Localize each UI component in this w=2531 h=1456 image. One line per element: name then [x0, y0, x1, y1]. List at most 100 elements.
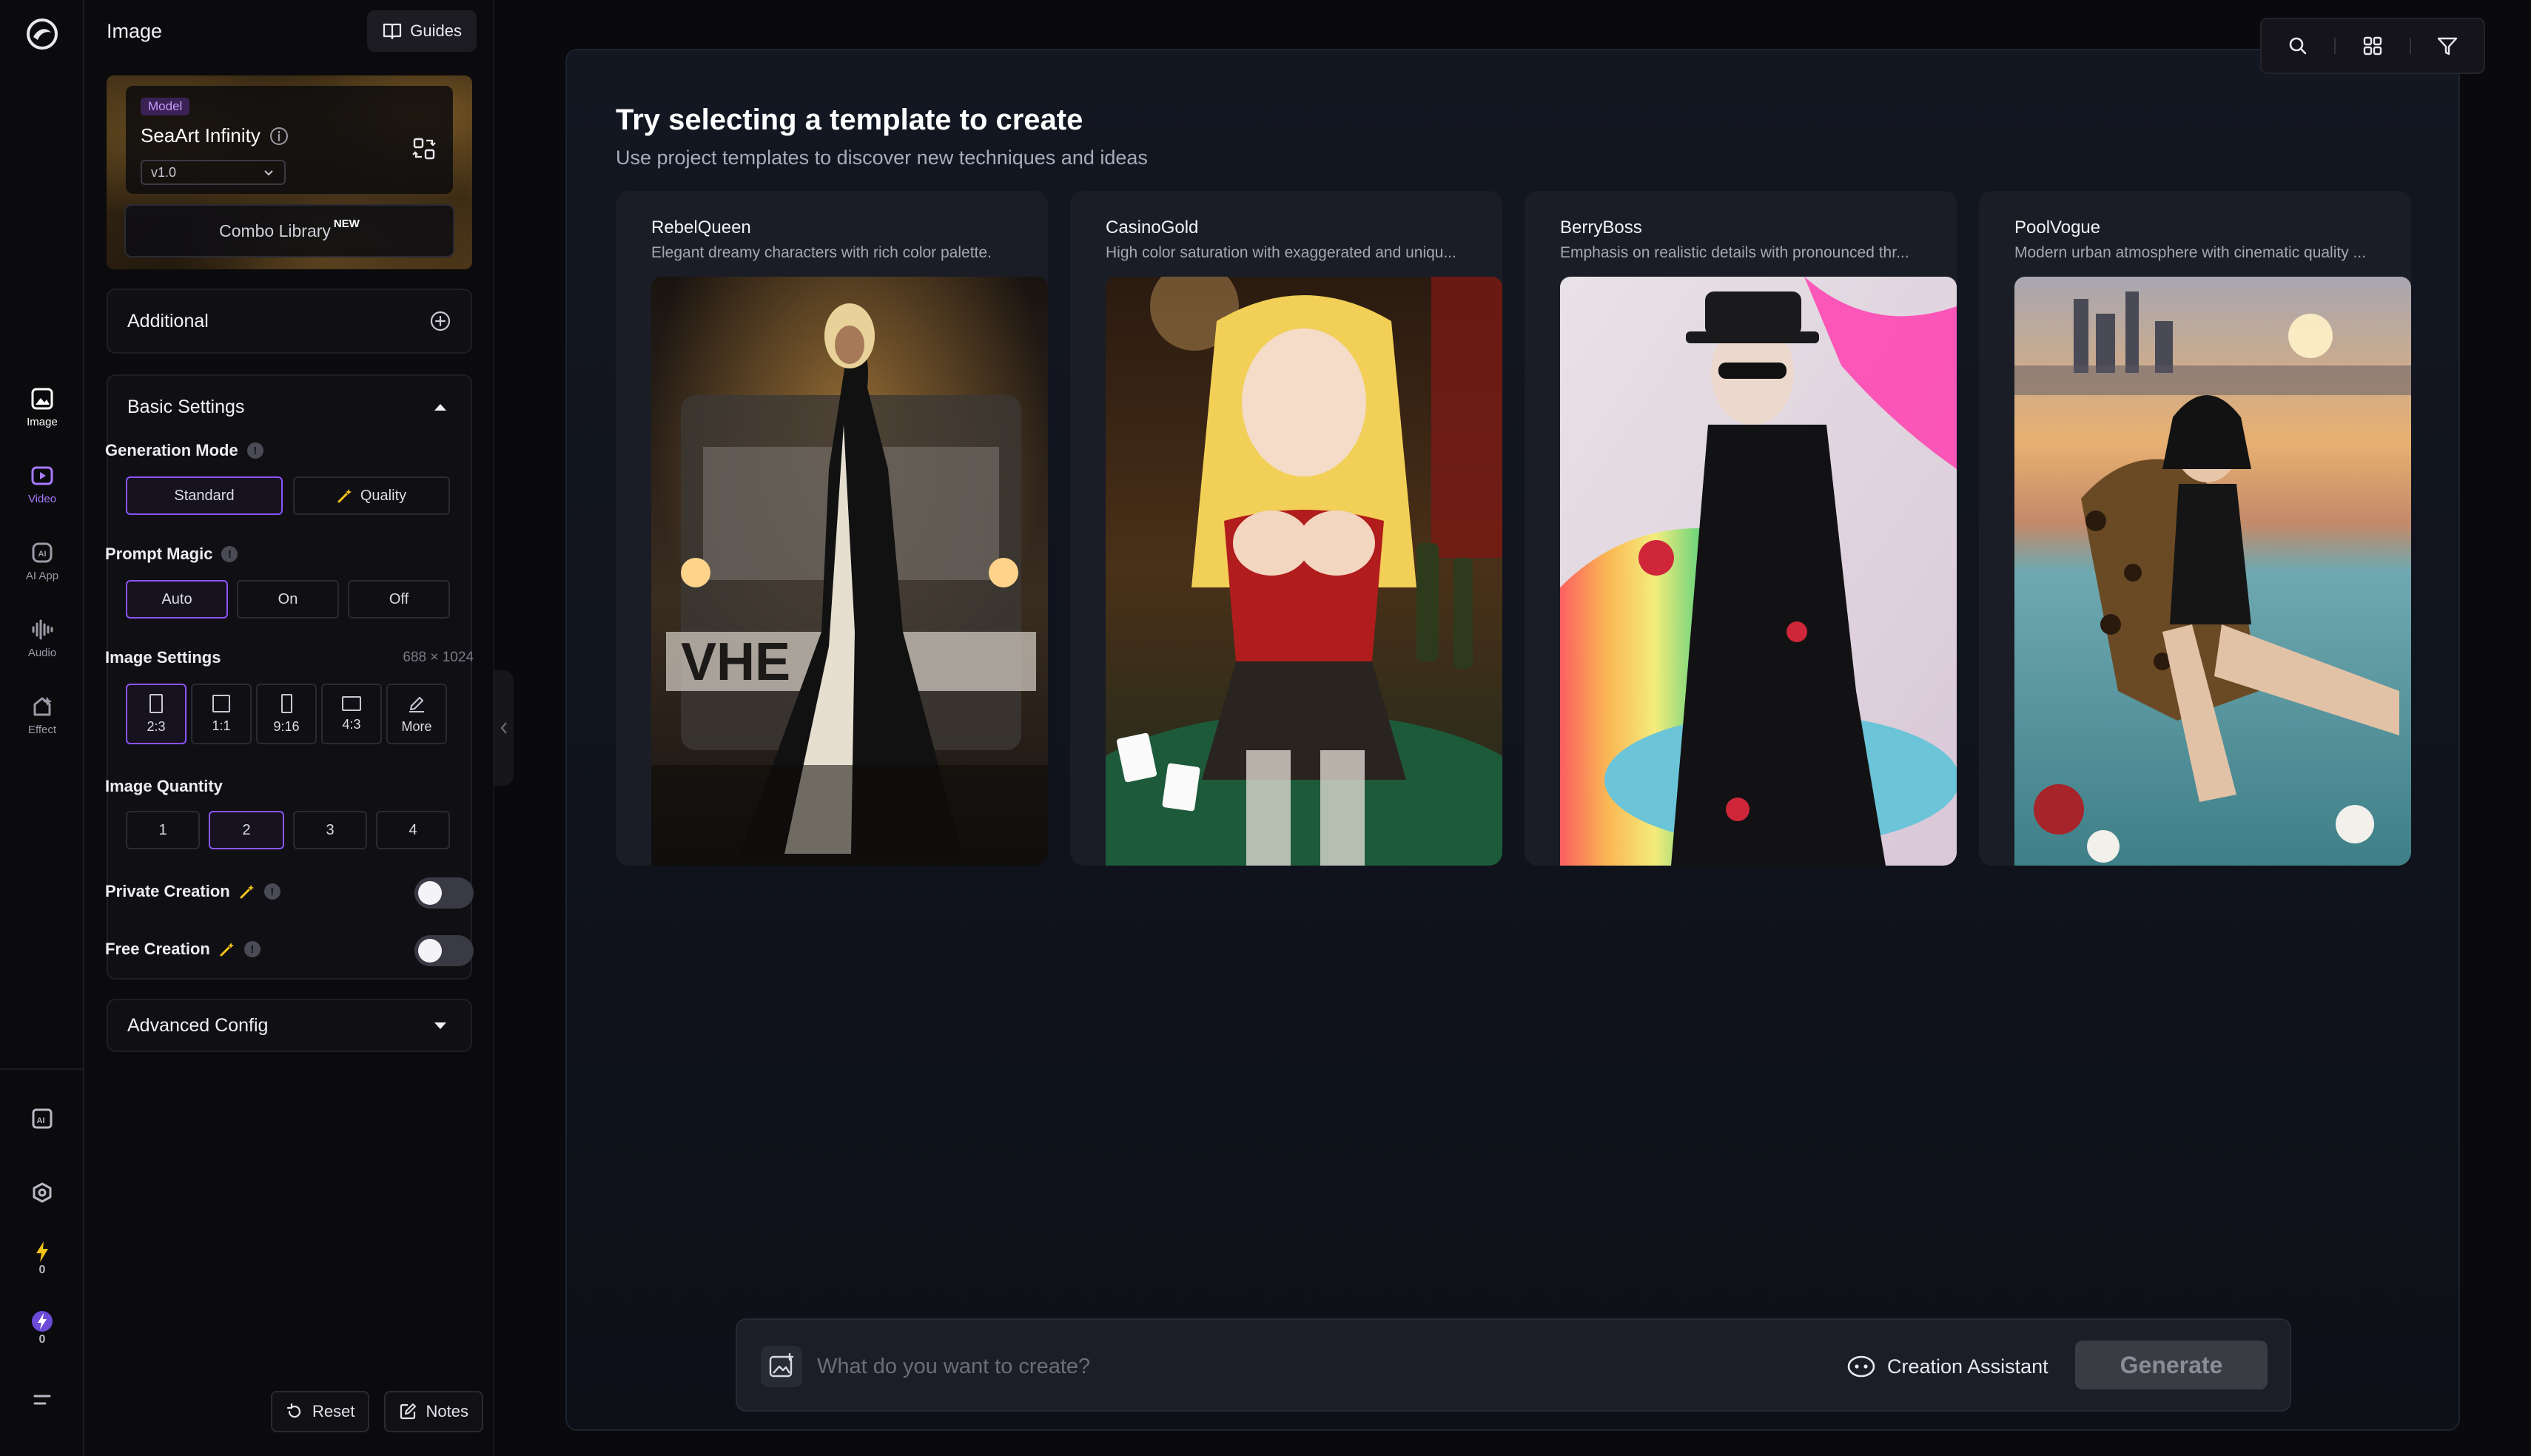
- edit-pen-icon: [409, 696, 424, 712]
- advanced-config-label: Advanced Config: [127, 1014, 269, 1036]
- basic-settings-header[interactable]: Basic Settings: [108, 376, 471, 438]
- private-creation-label: Private Creation !: [105, 882, 280, 901]
- advanced-config-header[interactable]: Advanced Config: [108, 1000, 471, 1051]
- collapse-panel-handle[interactable]: [494, 670, 514, 786]
- additional-header[interactable]: Additional: [108, 290, 471, 352]
- seaart-logo-icon[interactable]: [26, 18, 58, 50]
- templates-heading: Try selecting a template to create: [616, 104, 1083, 136]
- prompt-input[interactable]: [817, 1348, 1779, 1385]
- prompt-magic-auto-button[interactable]: Auto: [126, 580, 228, 619]
- help-icon[interactable]: !: [263, 883, 280, 900]
- notes-label: Notes: [426, 1402, 468, 1420]
- chevron-down-icon: [264, 170, 273, 176]
- reset-button[interactable]: Reset: [271, 1391, 370, 1432]
- template-name: PoolVogue: [2014, 218, 2101, 237]
- creation-assistant-button[interactable]: Creation Assistant: [1846, 1345, 2048, 1388]
- template-card[interactable]: RebelQueen Elegant dreamy characters wit…: [616, 191, 1048, 866]
- ratio-label: 1:1: [212, 718, 231, 733]
- rail-item-ai-app[interactable]: AI AI App: [0, 540, 84, 607]
- ai-edit-icon: AI: [32, 1108, 53, 1129]
- svg-text:AI: AI: [37, 1116, 45, 1125]
- quantity-3-button[interactable]: 3: [293, 811, 367, 849]
- add-circle-icon[interactable]: [429, 310, 451, 332]
- rail-credits-bolt[interactable]: 0: [0, 1310, 84, 1347]
- rail-model-button[interactable]: [0, 1181, 84, 1204]
- ratio-4-3-button[interactable]: 4:3: [321, 684, 382, 744]
- upload-image-button[interactable]: [761, 1346, 802, 1387]
- help-icon[interactable]: !: [221, 546, 238, 562]
- ratio-portrait-icon: [149, 693, 163, 713]
- ratio-more-button[interactable]: More: [386, 684, 447, 744]
- image-quantity-label: Image Quantity: [105, 777, 223, 796]
- help-icon[interactable]: !: [246, 442, 263, 459]
- free-creation-label: Free Creation !: [105, 940, 261, 959]
- quantity-2-button[interactable]: 2: [209, 811, 284, 849]
- left-rail: Image Video AI AI App Audio Effect AI 0 …: [0, 0, 84, 1456]
- caret-up-icon[interactable]: [429, 396, 451, 418]
- prompt-magic-off-button[interactable]: Off: [348, 580, 450, 619]
- mode-standard-label: Standard: [174, 487, 235, 504]
- template-name: CasinoGold: [1106, 218, 1199, 237]
- prompt-magic-on-label: On: [278, 590, 298, 607]
- panel-title: Image: [107, 19, 163, 42]
- grid-view-icon[interactable]: [2361, 34, 2384, 58]
- model-selector[interactable]: Model SeaArt Infinity v1.0: [126, 86, 453, 194]
- advanced-config-section[interactable]: Advanced Config: [107, 999, 472, 1052]
- info-icon[interactable]: [269, 127, 289, 146]
- prompt-magic-auto-label: Auto: [161, 590, 192, 607]
- filter-icon[interactable]: [2436, 34, 2459, 58]
- template-preview-image: [1106, 277, 1502, 866]
- template-description: High color saturation with exaggerated a…: [1106, 244, 1456, 261]
- new-badge: NEW: [333, 217, 360, 230]
- rail-item-audio[interactable]: Audio: [0, 617, 84, 684]
- prompt-magic-on-button[interactable]: On: [237, 580, 339, 619]
- quantity-1-button[interactable]: 1: [126, 811, 200, 849]
- generate-label: Generate: [2120, 1351, 2223, 1378]
- guides-button[interactable]: Guides: [367, 10, 477, 52]
- reset-icon: [286, 1403, 301, 1418]
- image-quantity-label-text: Image Quantity: [105, 777, 223, 795]
- image-settings-label: Image Settings: [105, 648, 221, 667]
- template-card[interactable]: CasinoGold High color saturation with ex…: [1070, 191, 1502, 866]
- private-creation-toggle[interactable]: [414, 877, 474, 909]
- ratio-2-3-button[interactable]: 2:3: [126, 684, 186, 744]
- notes-button[interactable]: Notes: [384, 1391, 483, 1432]
- free-creation-label-text: Free Creation: [105, 940, 210, 958]
- rail-item-video[interactable]: Video: [0, 463, 84, 530]
- quantity-4-button[interactable]: 4: [376, 811, 450, 849]
- model-card[interactable]: Model SeaArt Infinity v1.0 Combo Library…: [107, 75, 472, 269]
- caret-down-icon[interactable]: [429, 1014, 451, 1037]
- rail-item-image[interactable]: Image: [0, 386, 84, 453]
- ratio-9-16-button[interactable]: 9:16: [256, 684, 317, 744]
- swap-model-icon[interactable]: [411, 136, 437, 161]
- help-icon[interactable]: !: [243, 941, 261, 957]
- model-version-value: v1.0: [151, 164, 177, 180]
- rail-credits-lightning[interactable]: 0: [0, 1240, 84, 1277]
- rail-menu-button[interactable]: [0, 1388, 84, 1412]
- ratio-1-1-button[interactable]: 1:1: [191, 684, 252, 744]
- template-preview-image: [2014, 277, 2411, 866]
- effect-icon: [33, 697, 52, 716]
- mode-standard-button[interactable]: Standard: [126, 476, 283, 515]
- free-creation-toggle[interactable]: [414, 935, 474, 966]
- rail-item-label: AI App: [25, 570, 59, 582]
- rail-ai-edit-button[interactable]: AI: [0, 1107, 84, 1130]
- template-card[interactable]: BerryBoss Emphasis on realistic details …: [1525, 191, 1957, 866]
- rail-item-label: Image: [27, 416, 58, 428]
- generate-button[interactable]: Generate: [2075, 1341, 2268, 1389]
- model-version-select[interactable]: v1.0: [141, 160, 286, 185]
- mode-quality-button[interactable]: Quality: [293, 476, 450, 515]
- book-icon: [383, 23, 402, 40]
- ratio-label: 9:16: [273, 718, 300, 734]
- combo-library-label: Combo Library: [219, 220, 331, 240]
- private-creation-label-text: Private Creation: [105, 882, 230, 900]
- rail-item-effect[interactable]: Effect: [0, 694, 84, 761]
- combo-library-button[interactable]: Combo Library NEW: [124, 204, 454, 257]
- chevron-left-icon: [500, 722, 507, 734]
- generation-mode-label-text: Generation Mode: [105, 441, 238, 459]
- additional-section[interactable]: Additional: [107, 289, 472, 354]
- template-card[interactable]: PoolVogue Modern urban atmosphere with c…: [1979, 191, 2411, 866]
- search-icon[interactable]: [2286, 34, 2310, 58]
- quantity-label: 3: [326, 821, 335, 838]
- prompt-magic-label: Prompt Magic !: [105, 545, 238, 564]
